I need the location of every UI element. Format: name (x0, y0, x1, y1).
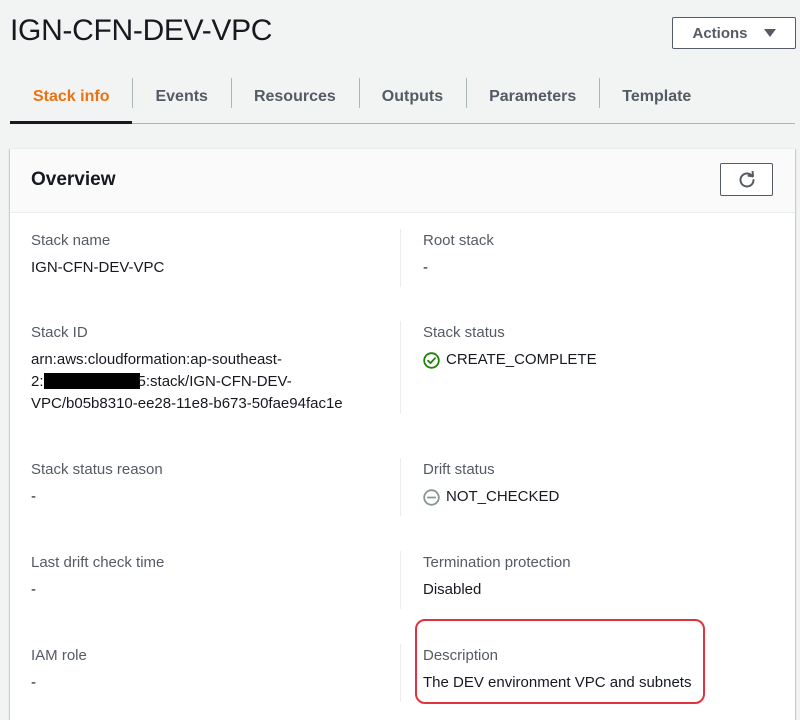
stack-status-reason-field: Stack status reason - (31, 460, 391, 508)
not-checked-icon (423, 488, 440, 506)
last-drift-check-value: - (31, 581, 36, 598)
overview-title: Overview (31, 169, 116, 190)
iam-role-value: - (31, 674, 36, 691)
column-divider (400, 458, 401, 516)
stack-id-line-1: arn:aws:cloudformation:ap-southeast- (31, 351, 282, 368)
stack-id-value: arn:aws:cloudformation:ap-southeast- 2: 5… (31, 349, 391, 415)
stack-status-text: CREATE_COMPLETE (446, 351, 597, 368)
tab-template[interactable]: Template (599, 70, 714, 123)
stack-tabs: Stack info Events Resources Outputs Para… (10, 70, 795, 124)
refresh-icon (739, 170, 754, 187)
stack-id-line-2-suffix: 5:stack/IGN-CFN-DEV- (137, 373, 292, 390)
termination-protection-label: Termination protection (423, 554, 571, 571)
overview-panel: Overview Stack name IGN-CFN-DEV-VPC Root… (10, 148, 795, 720)
drift-status-value: NOT_CHECKED (423, 486, 783, 508)
termination-protection-field: Termination protection Disabled (423, 553, 783, 601)
stack-id-field: Stack ID arn:aws:cloudformation:ap-south… (31, 323, 391, 415)
column-divider (400, 229, 401, 287)
tab-events[interactable]: Events (132, 70, 230, 123)
stack-id-line-2-prefix: 2: (31, 373, 44, 390)
actions-button-label: Actions (692, 24, 748, 42)
stack-name-value: IGN-CFN-DEV-VPC (31, 259, 165, 276)
actions-button[interactable]: Actions (672, 17, 796, 49)
root-stack-label: Root stack (423, 232, 494, 249)
stack-status-value: CREATE_COMPLETE (423, 349, 783, 371)
stack-status-reason-value: - (31, 488, 36, 505)
description-value: The DEV environment VPC and subnets (423, 674, 692, 691)
drift-status-label: Drift status (423, 461, 495, 478)
tab-outputs[interactable]: Outputs (358, 70, 466, 123)
stack-name-label: Stack name (31, 232, 111, 249)
tab-resources[interactable]: Resources (230, 70, 359, 123)
stack-status-reason-label: Stack status reason (31, 461, 163, 478)
root-stack-field: Root stack - (423, 231, 783, 279)
last-drift-check-field: Last drift check time - (31, 553, 391, 601)
refresh-button[interactable] (720, 163, 773, 196)
iam-role-label: IAM role (31, 647, 87, 664)
stack-id-label: Stack ID (31, 324, 88, 341)
success-check-icon (423, 351, 440, 369)
last-drift-check-label: Last drift check time (31, 554, 165, 571)
stack-id-line-3: VPC/b05b8310-ee28-11e8-b673-50fae94fac1e (31, 395, 343, 412)
tab-stack-info[interactable]: Stack info (10, 70, 133, 124)
redacted-account-id (43, 373, 140, 389)
iam-role-field: IAM role - (31, 646, 391, 694)
tab-parameters[interactable]: Parameters (466, 70, 599, 123)
caret-down-icon (763, 29, 776, 37)
stack-name-field: Stack name IGN-CFN-DEV-VPC (31, 231, 391, 279)
description-label: Description (423, 647, 499, 664)
overview-header: Overview (10, 149, 795, 213)
root-stack-value: - (423, 259, 428, 276)
page-title: IGN-CFN-DEV-VPC (10, 14, 273, 47)
stack-status-field: Stack status CREATE_COMPLETE (423, 323, 783, 371)
column-divider (400, 321, 401, 414)
drift-status-field: Drift status NOT_CHECKED (423, 460, 783, 508)
termination-protection-value: Disabled (423, 581, 482, 598)
stack-id-line-2: 2: 5:stack/IGN-CFN-DEV- (31, 371, 391, 393)
column-divider (400, 551, 401, 609)
stack-status-label: Stack status (423, 324, 505, 341)
column-divider (400, 644, 401, 702)
drift-status-text: NOT_CHECKED (446, 488, 560, 505)
description-field: Description The DEV environment VPC and … (423, 646, 783, 694)
stack-detail-page: IGN-CFN-DEV-VPC Actions Stack info Event… (0, 0, 800, 720)
